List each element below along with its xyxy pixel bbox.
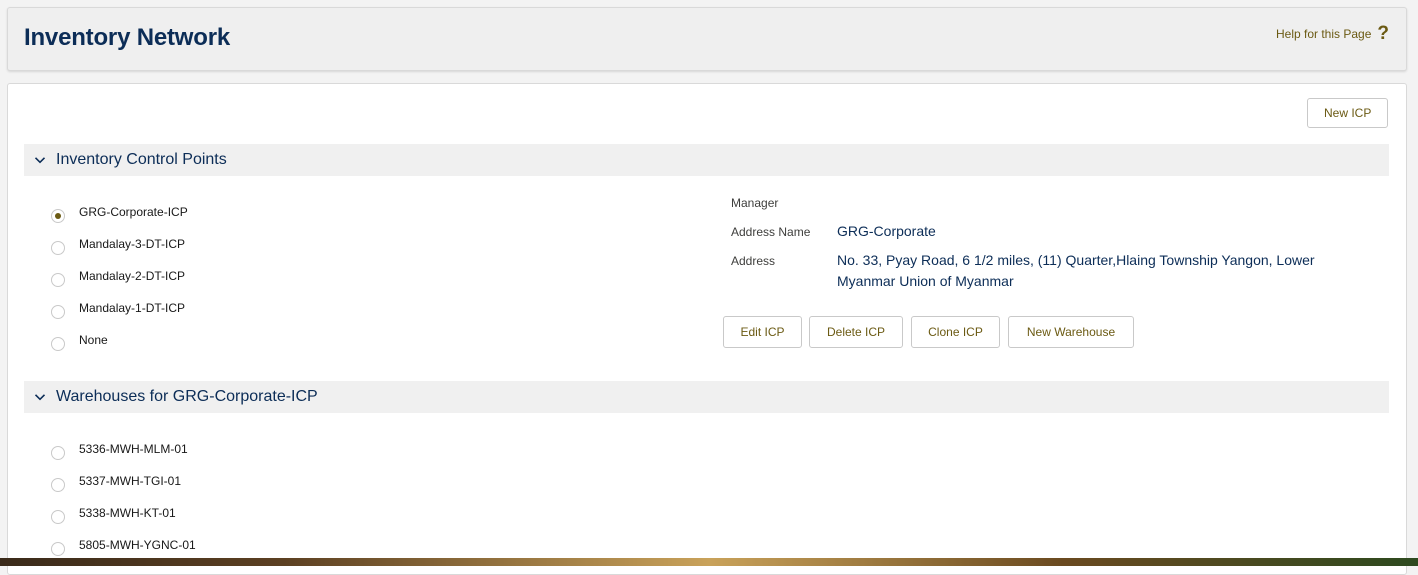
warehouse-option-label: 5805-MWH-YGNC-01 xyxy=(79,538,196,552)
icp-option-mandalay-1[interactable]: Mandalay-1-DT-ICP xyxy=(51,297,185,319)
icp-option-label: Mandalay-2-DT-ICP xyxy=(79,269,186,283)
main-panel: New ICP Inventory Control Points GRG-Cor… xyxy=(7,83,1407,575)
new-icp-button[interactable]: New ICP xyxy=(1307,98,1389,128)
radio-button[interactable] xyxy=(51,542,65,556)
desktop-background-strip xyxy=(0,558,1418,566)
radio-button[interactable] xyxy=(51,241,65,255)
page-title: Inventory Network xyxy=(24,24,230,51)
new-warehouse-button[interactable]: New Warehouse xyxy=(1008,316,1134,348)
manager-label: Manager xyxy=(731,196,779,210)
icp-section-header[interactable]: Inventory Control Points xyxy=(24,144,1389,176)
radio-button[interactable] xyxy=(51,478,65,492)
page-header: Inventory Network Help for this Page ? xyxy=(7,7,1407,71)
address-name-value: GRG-Corporate xyxy=(837,223,936,239)
radio-button[interactable] xyxy=(51,446,65,460)
radio-button-selected[interactable] xyxy=(51,209,65,223)
icp-section-title: Inventory Control Points xyxy=(56,151,227,168)
icp-option-label: Mandalay-1-DT-ICP xyxy=(79,301,186,315)
radio-button[interactable] xyxy=(51,510,65,524)
warehouse-section-header[interactable]: Warehouses for GRG-Corporate-ICP xyxy=(24,381,1389,413)
icp-option-grg-corporate[interactable]: GRG-Corporate-ICP xyxy=(51,201,188,223)
warehouse-option-label: 5337-MWH-TGI-01 xyxy=(79,474,182,488)
icp-option-mandalay-2[interactable]: Mandalay-2-DT-ICP xyxy=(51,265,185,287)
icp-option-mandalay-3[interactable]: Mandalay-3-DT-ICP xyxy=(51,233,185,255)
clone-icp-button[interactable]: Clone ICP xyxy=(911,316,1000,348)
icp-option-label: None xyxy=(79,333,108,347)
help-label: Help for this Page xyxy=(1276,26,1372,41)
icp-option-label: GRG-Corporate-ICP xyxy=(79,205,188,219)
warehouse-option[interactable]: 5338-MWH-KT-01 xyxy=(51,502,176,524)
help-link[interactable]: Help for this Page ? xyxy=(1276,24,1389,43)
edit-icp-button[interactable]: Edit ICP xyxy=(723,316,802,348)
warehouse-option[interactable]: 5805-MWH-YGNC-01 xyxy=(51,534,196,556)
radio-button[interactable] xyxy=(51,305,65,319)
warehouse-option[interactable]: 5337-MWH-TGI-01 xyxy=(51,470,181,492)
question-mark-icon: ? xyxy=(1377,23,1389,44)
address-name-label: Address Name xyxy=(731,225,811,239)
address-label: Address xyxy=(731,254,776,268)
delete-icp-button[interactable]: Delete ICP xyxy=(809,316,903,348)
icp-option-none[interactable]: None xyxy=(51,329,108,351)
warehouse-option-label: 5336-MWH-MLM-01 xyxy=(79,442,188,456)
warehouse-section-title: Warehouses for GRG-Corporate-ICP xyxy=(56,388,318,405)
warehouse-option[interactable]: 5336-MWH-MLM-01 xyxy=(51,438,188,460)
chevron-down-icon xyxy=(24,154,56,166)
chevron-down-icon xyxy=(24,391,56,403)
address-value: No. 33, Pyay Road, 6 1/2 miles, (11) Qua… xyxy=(837,252,1315,289)
icp-option-label: Mandalay-3-DT-ICP xyxy=(79,237,186,251)
radio-button[interactable] xyxy=(51,337,65,351)
warehouse-option-label: 5338-MWH-KT-01 xyxy=(79,506,176,520)
radio-button[interactable] xyxy=(51,273,65,287)
